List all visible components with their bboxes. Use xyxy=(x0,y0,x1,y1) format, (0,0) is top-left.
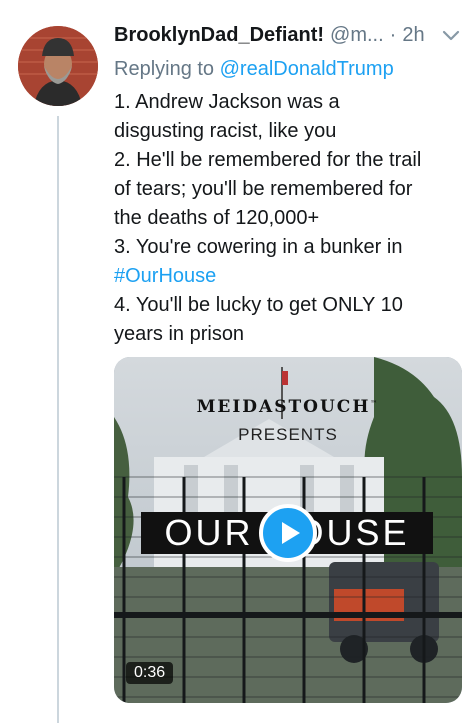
video-player[interactable]: MEIDASTOUCH™ PRESENTS OUR HOUSE 0:36 xyxy=(114,357,462,703)
tweet-line: 4. You'll be lucky to get ONLY 10 xyxy=(114,294,403,316)
tweet-line: of tears; you'll be remembered for xyxy=(114,178,413,200)
brand-name: MEIDASTOUCH xyxy=(196,397,371,417)
tweet-content: BrooklynDad_Defiant! @m... · 2h Replying… xyxy=(114,18,462,349)
tweet-text: 1. Andrew Jackson was a disgusting racis… xyxy=(114,88,462,349)
tweet-line: 2. He'll be remembered for the trail xyxy=(114,149,422,171)
brand-logo: MEIDASTOUCH™ xyxy=(114,397,462,417)
tweet-line: disgusting racist, like you xyxy=(114,120,337,142)
replying-prefix: Replying to xyxy=(114,58,220,80)
replying-mention-link[interactable]: @realDonaldTrump xyxy=(220,58,394,80)
tweet-line: years in prison xyxy=(114,323,245,345)
thread-line xyxy=(57,116,59,723)
separator-dot: · xyxy=(389,23,397,46)
trademark-symbol: ™ xyxy=(370,398,380,408)
video-duration: 0:36 xyxy=(126,662,174,684)
avatar-image xyxy=(18,26,98,106)
author-handle[interactable]: @m... xyxy=(330,24,384,47)
tweet-line: 1. Andrew Jackson was a xyxy=(114,91,340,113)
tweet-line: the deaths of 120,000+ xyxy=(114,207,320,229)
chevron-down-icon[interactable] xyxy=(440,26,462,44)
play-icon xyxy=(282,522,300,544)
play-button[interactable] xyxy=(259,504,317,562)
presents-label: PRESENTS xyxy=(238,425,338,444)
tweet-header: BrooklynDad_Defiant! @m... · 2h xyxy=(114,18,462,52)
avatar[interactable] xyxy=(18,26,98,106)
author-name[interactable]: BrooklynDad_Defiant! xyxy=(114,24,324,47)
tweet-time[interactable]: 2h xyxy=(402,24,424,47)
hashtag-link[interactable]: #OurHouse xyxy=(114,262,462,291)
replying-to: Replying to @realDonaldTrump xyxy=(114,54,462,84)
tweet-line: 3. You're cowering in a bunker in xyxy=(114,236,403,258)
